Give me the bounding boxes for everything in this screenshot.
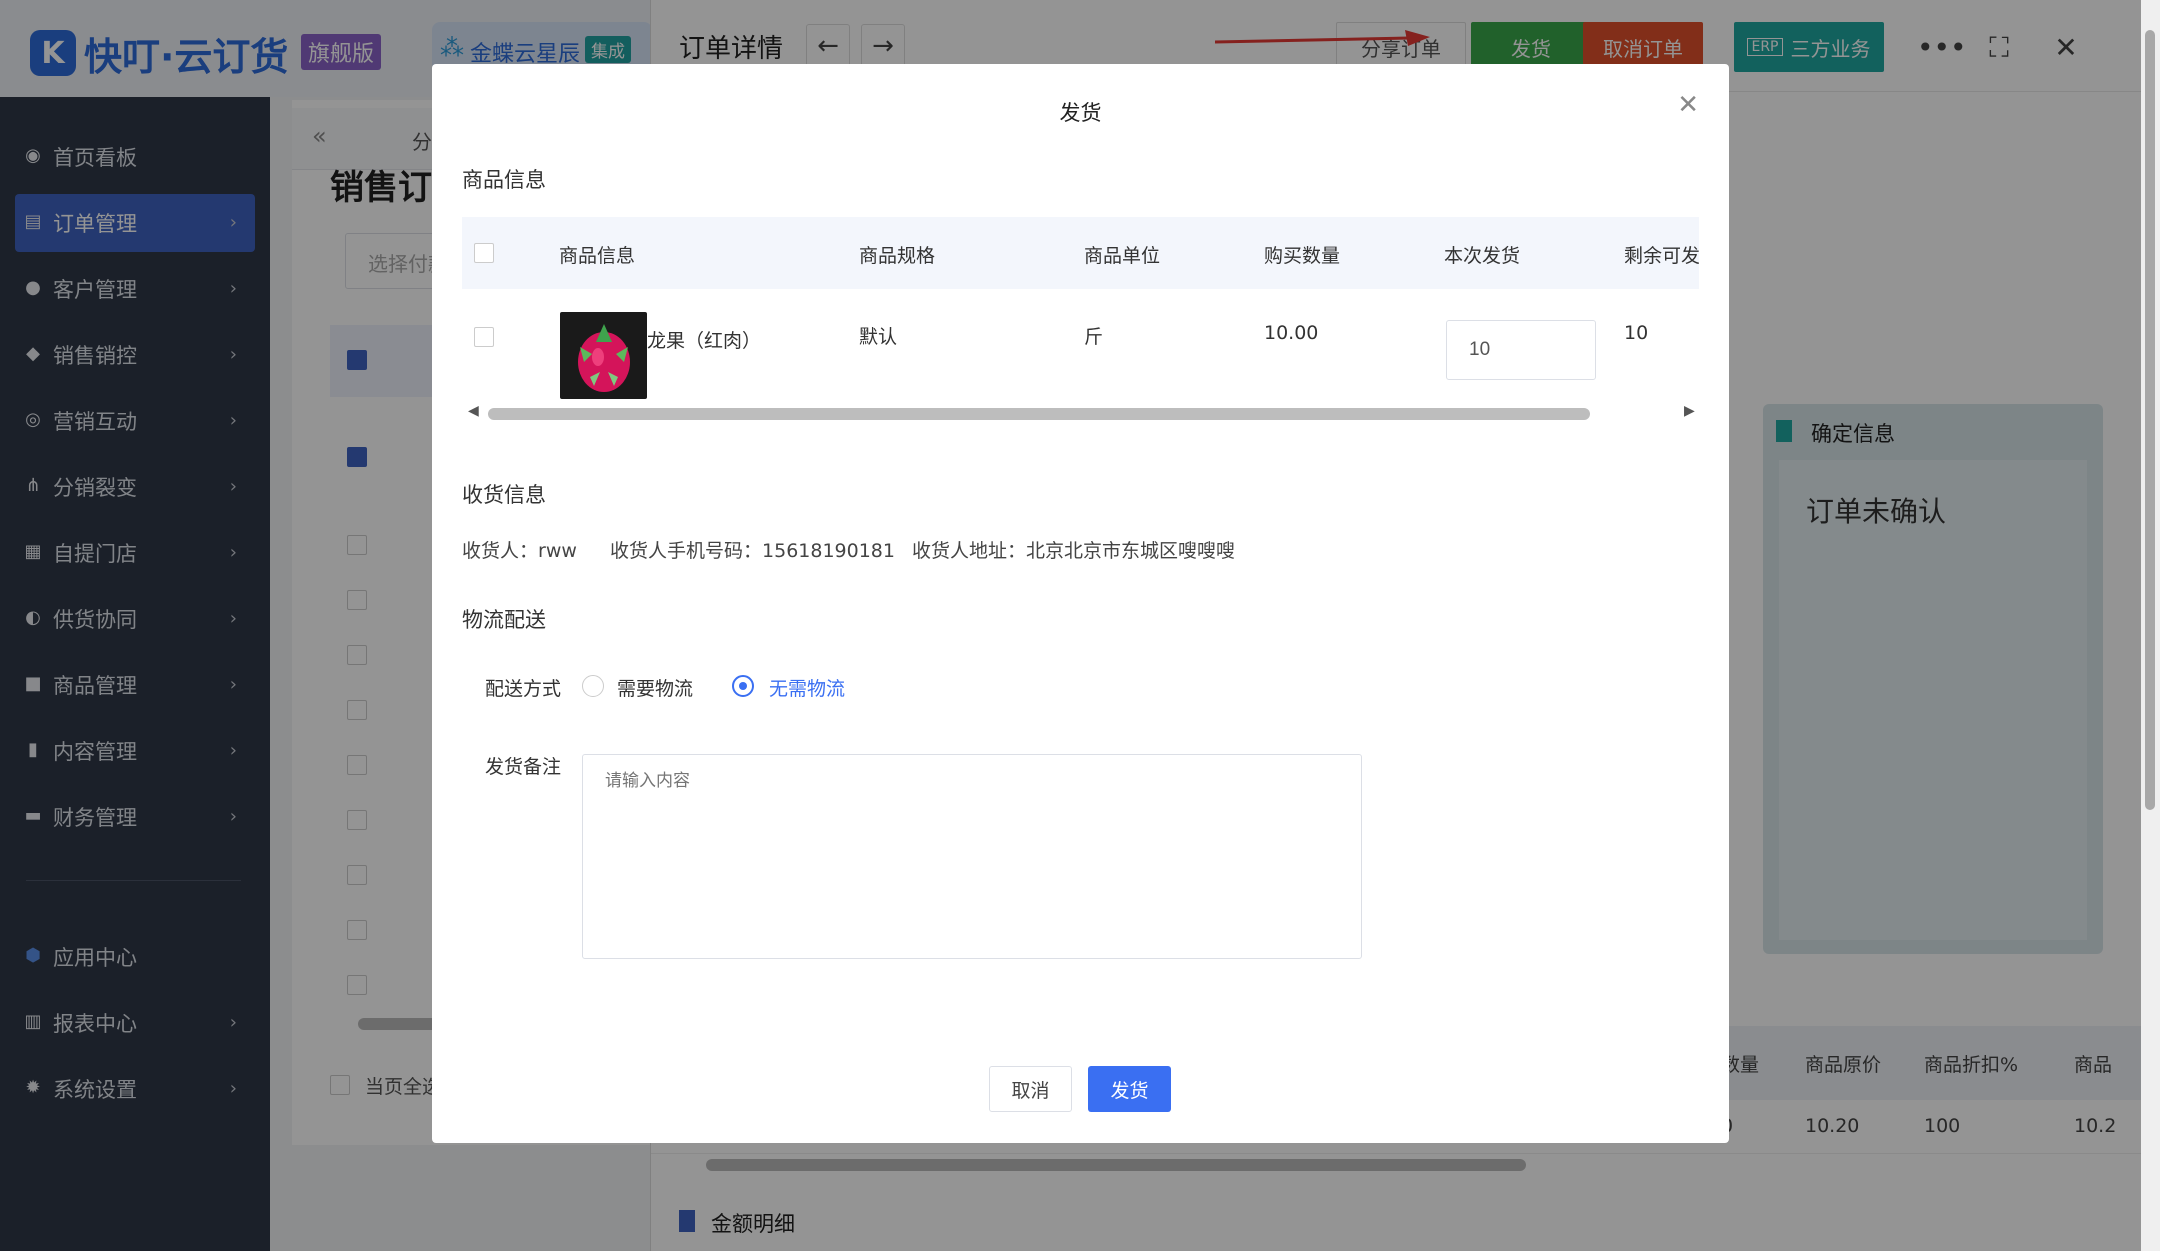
scroll-right-icon[interactable]: ▶	[1684, 403, 1695, 419]
product-image	[560, 312, 647, 399]
no-logistics-label[interactable]: 无需物流	[769, 674, 845, 701]
select-all-checkbox[interactable]	[474, 243, 494, 263]
column-header: 剩余可发	[1624, 245, 1699, 267]
ship-dialog: 发货 ✕ 商品信息 商品信息 商品规格 商品单位 购买数量 本次发货 剩余可发 …	[432, 64, 1729, 1143]
product-unit: 斤	[1084, 326, 1104, 348]
close-icon[interactable]: ✕	[1677, 92, 1699, 118]
cancel-button[interactable]: 取消	[989, 1066, 1072, 1112]
table-horizontal-scrollbar[interactable]	[488, 408, 1590, 420]
receiver-name: 收货人：rww	[462, 536, 577, 563]
page-scrollbar[interactable]	[2145, 30, 2155, 810]
receiver-name-label: 收货人：	[462, 540, 539, 562]
receiver-phone-label: 收货人手机号码：	[610, 540, 763, 562]
ship-qty-input[interactable]	[1446, 320, 1596, 380]
need-logistics-label[interactable]: 需要物流	[617, 674, 693, 701]
receiver-phone: 收货人手机号码：15618190181	[610, 536, 895, 563]
receiver-address: 收货人地址：北京北京市东城区嗖嗖嗖	[912, 536, 1235, 563]
column-header: 本次发货	[1444, 245, 1521, 267]
receiver-section-title: 收货信息	[462, 483, 546, 507]
column-header: 购买数量	[1264, 245, 1341, 267]
column-header: 商品单位	[1084, 245, 1161, 267]
column-header: 商品信息	[559, 245, 636, 267]
dialog-title: 发货	[1059, 101, 1102, 125]
goods-section-title: 商品信息	[462, 168, 546, 192]
purchase-qty: 10.00	[1264, 322, 1319, 344]
receiver-address-value: 北京北京市东城区嗖嗖嗖	[1026, 540, 1236, 562]
remaining-qty: 10	[1624, 322, 1649, 344]
remark-label: 发货备注	[485, 756, 562, 778]
scroll-left-icon[interactable]: ◀	[468, 403, 479, 419]
remark-textarea[interactable]	[582, 754, 1362, 959]
need-logistics-radio[interactable]	[582, 675, 604, 697]
row-checkbox[interactable]	[474, 327, 494, 347]
receiver-address-label: 收货人地址：	[912, 540, 1027, 562]
delivery-method-label: 配送方式	[485, 678, 562, 700]
receiver-phone-value: 15618190181	[762, 540, 895, 562]
no-logistics-radio[interactable]	[732, 675, 754, 697]
product-spec: 默认	[859, 326, 898, 348]
column-header: 商品规格	[859, 245, 936, 267]
dragon-fruit-image	[560, 312, 647, 399]
receiver-name-value: rww	[538, 540, 577, 562]
goods-table-header: 商品信息 商品规格 商品单位 购买数量 本次发货 剩余可发	[462, 217, 1699, 289]
logistics-section-title: 物流配送	[462, 608, 546, 632]
submit-ship-button[interactable]: 发货	[1088, 1066, 1171, 1112]
